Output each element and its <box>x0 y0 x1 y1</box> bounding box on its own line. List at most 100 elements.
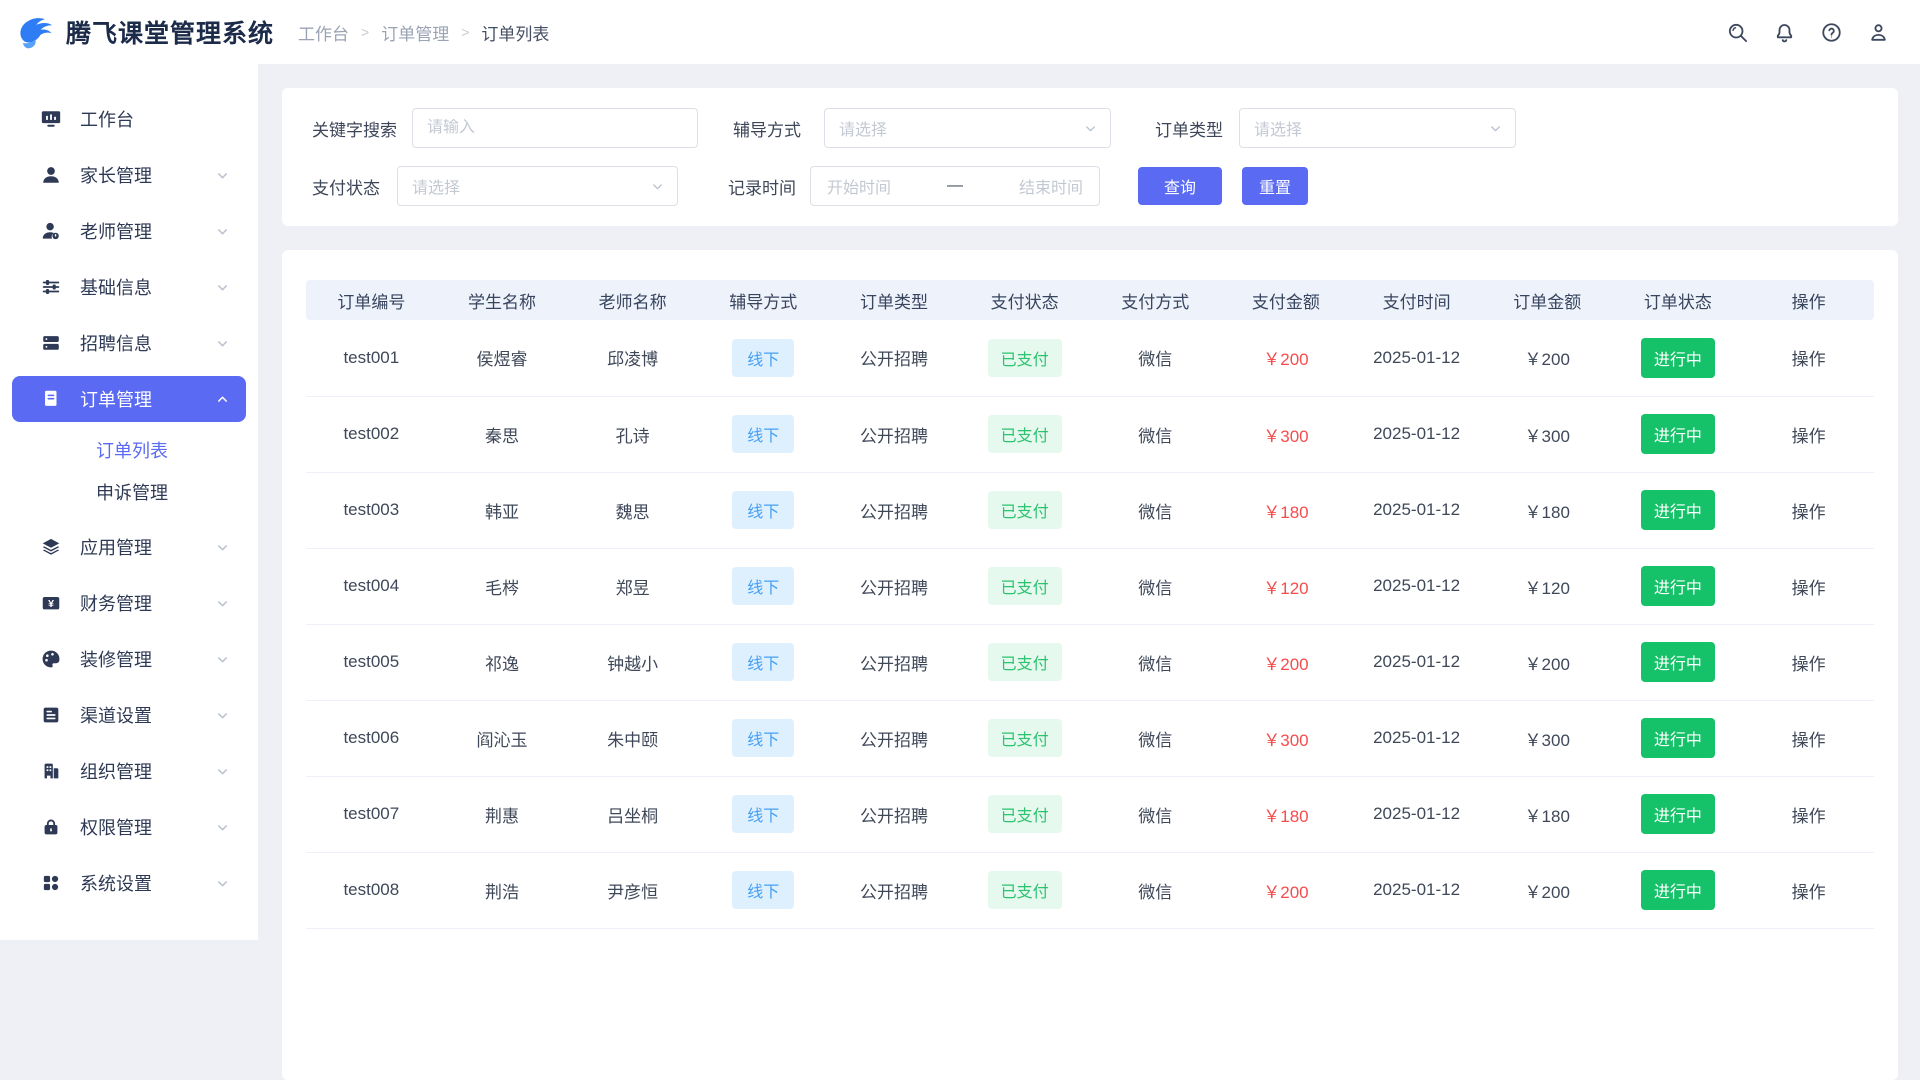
sidebar-item-workbench[interactable]: 工作台 <box>12 96 246 142</box>
payment-method: 微信 <box>1090 700 1221 776</box>
order-table: 订单编号学生名称老师名称辅导方式订单类型支付状态支付方式支付金额支付时间订单金额… <box>306 280 1874 929</box>
action-link[interactable]: 操作 <box>1743 852 1874 928</box>
sidebar-item-decoration-mgmt[interactable]: 装修管理 <box>12 636 246 682</box>
teacher-name: 魏思 <box>567 472 698 548</box>
payment-status-badge: 已支付 <box>988 491 1062 529</box>
action-link[interactable]: 操作 <box>1743 624 1874 700</box>
table-row: test007荆惠吕坐桐线下公开招聘已支付微信￥1802025-01-12￥18… <box>306 776 1874 852</box>
breadcrumb-item-workbench[interactable]: 工作台 <box>298 20 349 45</box>
topbar-icons <box>1726 21 1920 44</box>
payment-time: 2025-01-12 <box>1351 700 1482 776</box>
payment-amount: ￥200 <box>1221 624 1352 700</box>
sidebar-subitem-order-list[interactable]: 订单列表 <box>0 430 258 472</box>
order-amount: ￥180 <box>1482 472 1613 548</box>
record-time-label: 记录时间 <box>728 174 796 199</box>
keyword-input[interactable] <box>413 119 697 137</box>
student-name: 荆惠 <box>437 776 568 852</box>
breadcrumb-item-order-mgmt[interactable]: 订单管理 <box>381 20 449 45</box>
student-name: 侯煜睿 <box>437 320 568 396</box>
breadcrumb: 工作台 > 订单管理 > 订单列表 <box>298 20 549 45</box>
order-type: 公开招聘 <box>829 700 960 776</box>
action-link[interactable]: 操作 <box>1743 776 1874 852</box>
sidebar-item-system-settings[interactable]: 系统设置 <box>12 860 246 906</box>
sidebar-item-teacher-mgmt[interactable]: 老师管理 <box>12 208 246 254</box>
keyword-input-wrap <box>412 108 698 148</box>
tutoring-method-badge: 线下 <box>732 871 794 909</box>
chevron-down-icon <box>215 764 230 779</box>
order-status-badge: 进行中 <box>1641 870 1715 910</box>
column-header-student-name: 学生名称 <box>437 280 568 320</box>
tutoring-method-badge: 线下 <box>732 567 794 605</box>
table-header-row: 订单编号学生名称老师名称辅导方式订单类型支付状态支付方式支付金额支付时间订单金额… <box>306 280 1874 320</box>
sidebar-item-org-mgmt[interactable]: 组织管理 <box>12 748 246 794</box>
sidebar-item-app-mgmt[interactable]: 应用管理 <box>12 524 246 570</box>
sidebar-item-parent-mgmt[interactable]: 家长管理 <box>12 152 246 198</box>
action-link[interactable]: 操作 <box>1743 700 1874 776</box>
payment-amount: ￥300 <box>1221 700 1352 776</box>
payment-status-select[interactable]: 请选择 <box>397 166 678 206</box>
order-table-panel: 订单编号学生名称老师名称辅导方式订单类型支付状态支付方式支付金额支付时间订单金额… <box>282 250 1898 1080</box>
table-row: test006阎沁玉朱中颐线下公开招聘已支付微信￥3002025-01-12￥3… <box>306 700 1874 776</box>
range-end-placeholder: 结束时间 <box>1019 174 1083 198</box>
table-row: test008荆浩尹彦恒线下公开招聘已支付微信￥2002025-01-12￥20… <box>306 852 1874 928</box>
app-title: 腾飞课堂管理系统 <box>66 14 274 50</box>
action-link[interactable]: 操作 <box>1743 396 1874 472</box>
column-header-payment-time: 支付时间 <box>1351 280 1482 320</box>
chevron-down-icon <box>215 540 230 555</box>
action-link[interactable]: 操作 <box>1743 320 1874 396</box>
sidebar-item-label: 渠道设置 <box>80 702 215 728</box>
chevron-down-icon <box>650 179 665 194</box>
payment-status-badge: 已支付 <box>959 396 1090 472</box>
chevron-down-icon <box>215 652 230 667</box>
range-start-placeholder: 开始时间 <box>827 174 891 198</box>
action-link[interactable]: 操作 <box>1743 548 1874 624</box>
table-body: test001侯煜睿邱凌博线下公开招聘已支付微信￥2002025-01-12￥2… <box>306 320 1874 928</box>
sidebar-item-order-mgmt[interactable]: 订单管理 <box>12 376 246 422</box>
sidebar-item-recruit-info[interactable]: 招聘信息 <box>12 320 246 366</box>
filter-panel: 关键字搜索 辅导方式 请选择 订单类型 请选择 支付状态 请选择 记录时间 <box>282 88 1898 226</box>
payment-amount: ￥180 <box>1221 472 1352 548</box>
sidebar-item-finance-mgmt[interactable]: ¥财务管理 <box>12 580 246 626</box>
sidebar: 工作台家长管理老师管理基础信息招聘信息订单管理订单列表申诉管理应用管理 ¥财务管理… <box>0 64 258 940</box>
order-id: test003 <box>306 472 437 548</box>
order-type: 公开招聘 <box>829 396 960 472</box>
payment-time: 2025-01-12 <box>1351 624 1482 700</box>
bell-icon[interactable] <box>1773 21 1796 44</box>
query-button[interactable]: 查询 <box>1138 167 1222 205</box>
help-icon[interactable] <box>1820 21 1843 44</box>
tutoring-method-badge: 线下 <box>698 320 829 396</box>
payment-status-badge: 已支付 <box>959 624 1090 700</box>
search-icon[interactable] <box>1726 21 1749 44</box>
chevron-down-icon <box>215 336 230 351</box>
sliders-icon <box>40 276 62 298</box>
order-id: test004 <box>306 548 437 624</box>
lock-icon <box>40 816 62 838</box>
tutoring-method-badge: 线下 <box>732 415 794 453</box>
order-status-badge: 进行中 <box>1613 700 1744 776</box>
sidebar-item-label: 基础信息 <box>80 274 215 300</box>
tutoring-method-select[interactable]: 请选择 <box>824 108 1111 148</box>
record-time-range-picker[interactable]: 开始时间 — 结束时间 <box>810 166 1100 206</box>
sidebar-item-permission-mgmt[interactable]: 权限管理 <box>12 804 246 850</box>
column-header-teacher-name: 老师名称 <box>567 280 698 320</box>
order-status-badge: 进行中 <box>1641 490 1715 530</box>
user-icon[interactable] <box>1867 21 1890 44</box>
teacher-icon <box>40 220 62 242</box>
sidebar-subitem-appeal-mgmt[interactable]: 申诉管理 <box>0 472 258 514</box>
student-name: 荆浩 <box>437 852 568 928</box>
sidebar-item-label: 订单管理 <box>80 386 215 412</box>
sidebar-item-channel-settings[interactable]: 渠道设置 <box>12 692 246 738</box>
student-name: 秦思 <box>437 396 568 472</box>
payment-method: 微信 <box>1090 548 1221 624</box>
sidebar-item-basic-info[interactable]: 基础信息 <box>12 264 246 310</box>
chevron-down-icon <box>215 820 230 835</box>
action-link[interactable]: 操作 <box>1743 472 1874 548</box>
order-status-badge: 进行中 <box>1613 852 1744 928</box>
payment-method: 微信 <box>1090 396 1221 472</box>
order-type-select[interactable]: 请选择 <box>1239 108 1516 148</box>
tutoring-method-badge: 线下 <box>698 624 829 700</box>
tutoring-method-badge: 线下 <box>732 491 794 529</box>
server-icon <box>40 332 62 354</box>
reset-button[interactable]: 重置 <box>1242 167 1308 205</box>
tutoring-method-badge: 线下 <box>698 852 829 928</box>
